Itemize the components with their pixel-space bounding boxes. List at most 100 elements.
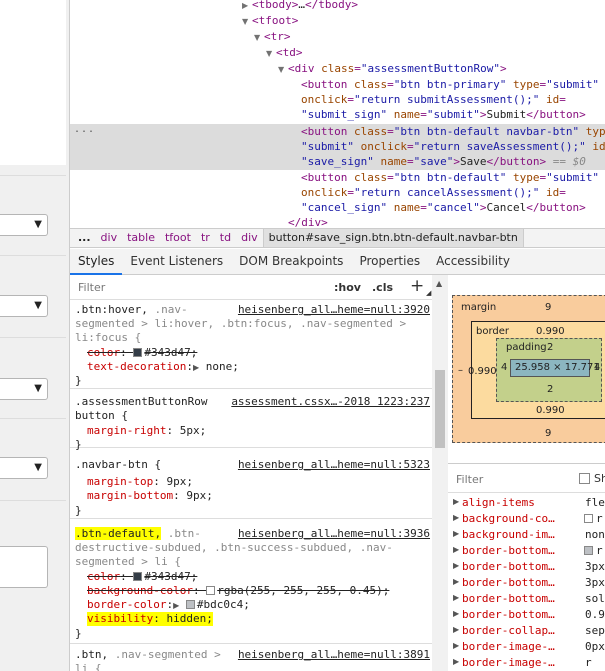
rule-source-link[interactable]: heisenberg_all…heme=null:3891 — [238, 648, 430, 662]
tree-node-div[interactable]: ▼ <div class="assessmentButtonRow"> — [278, 61, 507, 76]
color-swatch[interactable] — [133, 572, 143, 581]
expand-triangle-icon[interactable]: ▶ — [453, 641, 459, 650]
computed-property[interactable]: ▶ background-co… r — [448, 511, 605, 527]
page-select[interactable]: ▼ — [0, 457, 48, 479]
rule-source-link[interactable]: heisenberg_all…heme=null:3936 — [238, 527, 430, 541]
breadcrumb-item[interactable]: tfoot — [160, 229, 196, 247]
computed-property[interactable]: ▶ align-items fle — [448, 495, 605, 511]
class-toggle[interactable]: .cls — [372, 281, 393, 294]
scrollbar-thumb[interactable] — [435, 370, 445, 448]
box-model-content[interactable]: 25.958 × 17.771 — [510, 359, 600, 377]
tree-node-submit-button[interactable]: <button class="btn btn-primary" type="su… — [301, 77, 599, 92]
expand-triangle-icon[interactable]: ▶ — [453, 625, 459, 634]
margin-top-value[interactable]: 9 — [545, 302, 551, 313]
expand-triangle-icon[interactable]: ▶ — [453, 513, 459, 522]
style-property[interactable]: border-color:▶ #bdc0c4; — [87, 598, 250, 612]
new-rule-icon[interactable]: + — [410, 276, 424, 296]
computed-filter-input[interactable]: Filter — [456, 473, 483, 486]
box-model-border[interactable]: border 0.990 0.990 0.990 padding 2 2 4 4… — [468, 321, 605, 419]
box-model-padding[interactable]: padding 2 2 4 4 25.958 × 17.771 — [496, 338, 602, 402]
computed-property[interactable]: ▶ border-bottom… 0.9 — [448, 607, 605, 623]
rule-source-link[interactable]: heisenberg_all…heme=null:3920 — [238, 303, 430, 317]
expand-triangle-icon[interactable]: ▶ — [453, 529, 459, 538]
expand-triangle-icon[interactable]: ▶ — [453, 497, 459, 506]
computed-property[interactable]: ▶ border-image-… r — [448, 655, 605, 671]
expand-triangle-icon[interactable]: ▶ — [453, 577, 459, 586]
computed-property[interactable]: ▶ border-bottom… 3px — [448, 575, 605, 591]
computed-pane: Filter Sh ▶ align-items fle ▶ background-co…… — [448, 463, 605, 671]
computed-property[interactable]: ▶ border-bottom… r — [448, 543, 605, 559]
tree-node-tfoot[interactable]: ▼ <tfoot> — [242, 13, 298, 28]
collapse-triangle-icon[interactable]: ▼ — [242, 14, 252, 29]
breadcrumb-current[interactable]: button#save_sign.btn.btn-default.navbar-… — [262, 229, 524, 247]
margin-bottom-value[interactable]: 9 — [545, 428, 551, 439]
page-select[interactable]: ▼ — [0, 378, 48, 400]
computed-property[interactable]: ▶ border-image-… 0px — [448, 639, 605, 655]
breadcrumb-item[interactable]: div — [96, 229, 123, 247]
tab-styles[interactable]: Styles — [70, 249, 123, 275]
show-all-checkbox[interactable] — [579, 473, 590, 484]
computed-property-value: non — [585, 528, 605, 541]
rule-source-link[interactable]: heisenberg_all…heme=null:5323 — [238, 458, 430, 472]
expand-triangle-icon[interactable]: ▶ — [453, 657, 459, 666]
color-swatch[interactable] — [206, 586, 216, 595]
expand-triangle-icon[interactable]: ▶ — [453, 609, 459, 618]
padding-top-value[interactable]: 2 — [547, 342, 553, 353]
tree-node-div-close[interactable]: </div> — [288, 215, 328, 228]
tab-accessibility[interactable]: Accessibility — [428, 249, 518, 273]
margin-left-value[interactable]: – — [458, 365, 463, 376]
tree-node-tr[interactable]: ▼ <tr> — [254, 29, 291, 44]
tree-node-td[interactable]: ▼ <td> — [266, 45, 303, 60]
style-property[interactable]: text-decoration:▶ none; — [87, 360, 239, 374]
rule-source-link[interactable]: assessment.cssx…-2018 1223:237 — [231, 395, 430, 409]
computed-property[interactable]: ▶ border-bottom… sol — [448, 591, 605, 607]
expand-triangle-icon[interactable]: ▶ — [453, 593, 459, 602]
computed-property[interactable]: ▶ border-bottom… 3px — [448, 559, 605, 575]
breadcrumb-ellipsis[interactable]: ... — [70, 229, 96, 247]
computed-property[interactable]: ▶ background-im… non — [448, 527, 605, 543]
style-property-highlighted[interactable]: visibility: hidden; — [87, 612, 213, 626]
breadcrumb-item[interactable]: td — [215, 229, 236, 247]
style-property[interactable]: margin-bottom: 9px; — [87, 489, 213, 503]
expand-triangle-icon[interactable]: ▶ — [453, 545, 459, 554]
page-select[interactable]: ▼ — [0, 214, 48, 236]
expand-triangle-icon[interactable]: ▶ — [193, 363, 199, 372]
breadcrumb-item[interactable]: div — [236, 229, 263, 247]
tree-node-cancel-button[interactable]: <button class="btn btn-default" type="su… — [301, 170, 599, 185]
collapse-triangle-icon[interactable]: ▼ — [266, 46, 276, 61]
styles-scrollbar[interactable]: ▲ — [432, 275, 448, 671]
style-property[interactable]: margin-top: 9px; — [87, 475, 193, 489]
expand-triangle-icon[interactable]: ▶ — [173, 601, 179, 610]
page-select[interactable]: ▼ — [0, 295, 48, 317]
border-top-value[interactable]: 0.990 — [536, 326, 565, 337]
scroll-up-icon[interactable]: ▲ — [436, 279, 442, 288]
style-property[interactable]: color: #343d47; — [87, 346, 197, 360]
node-actions-ellipsis[interactable]: ... — [74, 124, 95, 135]
computed-property[interactable]: ▶ border-collap… sep — [448, 623, 605, 639]
new-rule-menu-icon[interactable]: ◢ — [426, 289, 431, 297]
styles-filter-input[interactable]: Filter — [78, 281, 105, 294]
breadcrumb-item[interactable]: table — [122, 229, 160, 247]
style-property[interactable]: margin-right: 5px; — [87, 424, 206, 438]
tree-node-save-button[interactable]: <button class="btn btn-default navbar-bt… — [301, 124, 605, 139]
tab-event-listeners[interactable]: Event Listeners — [122, 249, 231, 273]
tab-properties[interactable]: Properties — [351, 249, 428, 273]
border-left-value[interactable]: 0.990 — [468, 366, 497, 377]
breadcrumb-item[interactable]: tr — [196, 229, 215, 247]
border-bottom-value[interactable]: 0.990 — [536, 405, 565, 416]
tab-dom-breakpoints[interactable]: DOM Breakpoints — [231, 249, 351, 273]
tree-node-tbody[interactable]: ▶ <tbody>…</tbody> — [242, 0, 358, 12]
color-swatch[interactable] — [185, 600, 195, 609]
collapse-triangle-icon[interactable]: ▼ — [278, 62, 288, 77]
style-property[interactable]: color: #343d47; — [87, 570, 197, 584]
expand-triangle-icon[interactable]: ▶ — [242, 0, 252, 13]
padding-left-value[interactable]: 4 — [501, 362, 507, 373]
page-textarea[interactable] — [0, 546, 48, 588]
style-property[interactable]: background-color: rgba(255, 255, 255, 0.… — [87, 584, 389, 598]
collapse-triangle-icon[interactable]: ▼ — [254, 30, 264, 45]
box-model-margin[interactable]: margin 9 9 – border 0.990 0.990 0.990 pa… — [452, 295, 605, 443]
color-swatch[interactable] — [133, 348, 143, 357]
hover-state-toggle[interactable]: :hov — [334, 281, 361, 294]
expand-triangle-icon[interactable]: ▶ — [453, 561, 459, 570]
padding-bottom-value[interactable]: 2 — [547, 384, 553, 395]
